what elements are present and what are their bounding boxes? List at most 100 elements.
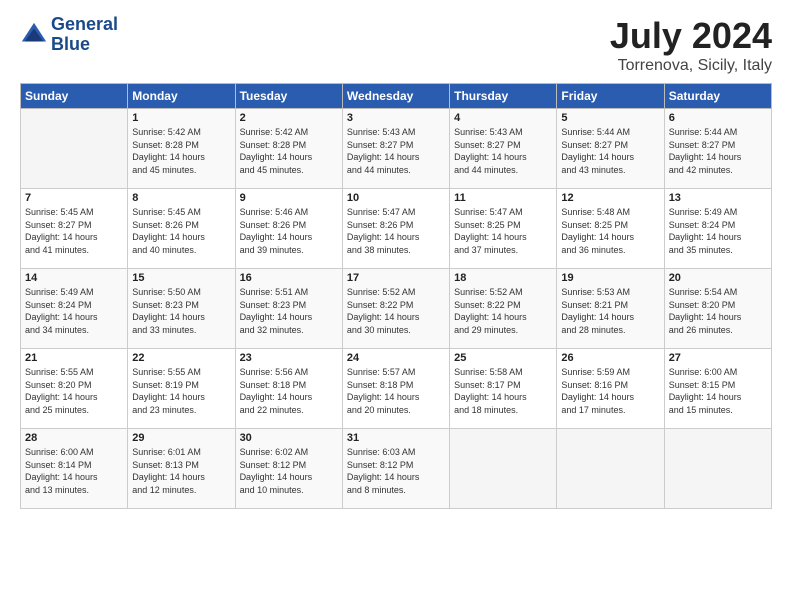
day-info: Sunrise: 5:47 AMSunset: 8:25 PMDaylight:…	[454, 206, 552, 256]
calendar-week-row: 7 Sunrise: 5:45 AMSunset: 8:27 PMDaylight…	[21, 189, 772, 269]
weekday-header: Monday	[128, 84, 235, 109]
logo-icon	[20, 21, 48, 49]
day-number: 17	[347, 272, 445, 284]
weekday-header: Thursday	[450, 84, 557, 109]
day-info: Sunrise: 6:00 AMSunset: 8:15 PMDaylight:…	[669, 366, 767, 416]
day-info: Sunrise: 5:59 AMSunset: 8:16 PMDaylight:…	[561, 366, 659, 416]
calendar-cell: 5Sunrise: 5:44 AMSunset: 8:27 PMDaylight…	[557, 109, 664, 189]
day-info: Sunrise: 5:55 AMSunset: 8:20 PMDaylight:…	[25, 366, 123, 416]
day-info: Sunrise: 5:53 AMSunset: 8:21 PMDaylight:…	[561, 286, 659, 336]
day-info: Sunrise: 5:50 AMSunset: 8:23 PMDaylight:…	[132, 286, 230, 336]
logo: General Blue	[20, 15, 118, 55]
calendar-cell: 30Sunrise: 6:02 AMSunset: 8:12 PMDayligh…	[235, 429, 342, 509]
day-number: 30	[240, 432, 338, 444]
weekday-header: Friday	[557, 84, 664, 109]
calendar-cell: 9Sunrise: 5:46 AMSunset: 8:26 PMDaylight…	[235, 189, 342, 269]
day-info: Sunrise: 5:47 AMSunset: 8:26 PMDaylight:…	[347, 206, 445, 256]
day-number: 15	[132, 272, 230, 284]
calendar-cell: 27 Sunrise: 6:00 AMSunset: 8:15 PMDayligh…	[664, 349, 771, 429]
day-number: 1	[132, 112, 230, 124]
calendar-cell	[450, 429, 557, 509]
logo-text: General Blue	[51, 15, 118, 55]
day-info: Sunrise: 5:44 AMSunset: 8:27 PMDaylight:…	[669, 126, 767, 176]
day-number: 11	[454, 192, 552, 204]
calendar-cell: 31 Sunrise: 6:03 AMSunset: 8:12 PMDayligh…	[342, 429, 449, 509]
day-number: 19	[561, 272, 659, 284]
calendar-cell: 2 Sunrise: 5:42 AMSunset: 8:28 PMDaylight…	[235, 109, 342, 189]
calendar-cell: 14Sunrise: 5:49 AMSunset: 8:24 PMDayligh…	[21, 269, 128, 349]
calendar-cell: 29Sunrise: 6:01 AMSunset: 8:13 PMDayligh…	[128, 429, 235, 509]
calendar-cell: 8Sunrise: 5:45 AMSunset: 8:26 PMDaylight…	[128, 189, 235, 269]
day-info: Sunrise: 5:48 AMSunset: 8:25 PMDaylight:…	[561, 206, 659, 256]
day-number: 9	[240, 192, 338, 204]
day-number: 24	[347, 352, 445, 364]
calendar-cell: 28 Sunrise: 6:00 AMSunset: 8:14 PMDayligh…	[21, 429, 128, 509]
calendar-cell: 13Sunrise: 5:49 AMSunset: 8:24 PMDayligh…	[664, 189, 771, 269]
day-info: Sunrise: 5:56 AMSunset: 8:18 PMDaylight:…	[240, 366, 338, 416]
calendar-cell: 12 Sunrise: 5:48 AMSunset: 8:25 PMDayligh…	[557, 189, 664, 269]
calendar-week-row: 14Sunrise: 5:49 AMSunset: 8:24 PMDayligh…	[21, 269, 772, 349]
day-number: 7	[25, 192, 123, 204]
day-number: 26	[561, 352, 659, 364]
day-info: Sunrise: 5:49 AMSunset: 8:24 PMDaylight:…	[25, 286, 123, 336]
day-info: Sunrise: 5:45 AMSunset: 8:27 PMDaylight:…	[25, 206, 123, 256]
day-number: 22	[132, 352, 230, 364]
title-area: July 2024 Torrenova, Sicily, Italy	[610, 15, 772, 75]
day-number: 16	[240, 272, 338, 284]
calendar-cell: 1 Sunrise: 5:42 AMSunset: 8:28 PMDaylight…	[128, 109, 235, 189]
calendar-week-row: 28 Sunrise: 6:00 AMSunset: 8:14 PMDayligh…	[21, 429, 772, 509]
day-info: Sunrise: 5:42 AMSunset: 8:28 PMDaylight:…	[132, 126, 230, 176]
day-number: 2	[240, 112, 338, 124]
day-info: Sunrise: 5:54 AMSunset: 8:20 PMDaylight:…	[669, 286, 767, 336]
day-info: Sunrise: 5:43 AMSunset: 8:27 PMDaylight:…	[454, 126, 552, 176]
location-title: Torrenova, Sicily, Italy	[610, 57, 772, 75]
logo-line2: Blue	[51, 35, 118, 55]
calendar-cell: 21 Sunrise: 5:55 AMSunset: 8:20 PMDayligh…	[21, 349, 128, 429]
day-info: Sunrise: 5:49 AMSunset: 8:24 PMDaylight:…	[669, 206, 767, 256]
day-number: 31	[347, 432, 445, 444]
day-number: 12	[561, 192, 659, 204]
header-area: General Blue July 2024 Torrenova, Sicily…	[20, 15, 772, 75]
day-info: Sunrise: 5:52 AMSunset: 8:22 PMDaylight:…	[454, 286, 552, 336]
calendar-cell: 7 Sunrise: 5:45 AMSunset: 8:27 PMDaylight…	[21, 189, 128, 269]
header-row: SundayMondayTuesdayWednesdayThursdayFrid…	[21, 84, 772, 109]
calendar-cell: 25 Sunrise: 5:58 AMSunset: 8:17 PMDayligh…	[450, 349, 557, 429]
day-info: Sunrise: 5:58 AMSunset: 8:17 PMDaylight:…	[454, 366, 552, 416]
calendar-cell: 20Sunrise: 5:54 AMSunset: 8:20 PMDayligh…	[664, 269, 771, 349]
day-info: Sunrise: 5:57 AMSunset: 8:18 PMDaylight:…	[347, 366, 445, 416]
day-number: 23	[240, 352, 338, 364]
calendar-cell: 16 Sunrise: 5:51 AMSunset: 8:23 PMDayligh…	[235, 269, 342, 349]
day-info: Sunrise: 5:45 AMSunset: 8:26 PMDaylight:…	[132, 206, 230, 256]
weekday-header: Tuesday	[235, 84, 342, 109]
day-info: Sunrise: 6:03 AMSunset: 8:12 PMDaylight:…	[347, 446, 445, 496]
day-info: Sunrise: 6:01 AMSunset: 8:13 PMDaylight:…	[132, 446, 230, 496]
day-number: 25	[454, 352, 552, 364]
day-info: Sunrise: 5:55 AMSunset: 8:19 PMDaylight:…	[132, 366, 230, 416]
day-info: Sunrise: 5:44 AMSunset: 8:27 PMDaylight:…	[561, 126, 659, 176]
calendar-cell: 3Sunrise: 5:43 AMSunset: 8:27 PMDaylight…	[342, 109, 449, 189]
calendar-cell: 15 Sunrise: 5:50 AMSunset: 8:23 PMDayligh…	[128, 269, 235, 349]
calendar-cell: 18Sunrise: 5:52 AMSunset: 8:22 PMDayligh…	[450, 269, 557, 349]
day-number: 6	[669, 112, 767, 124]
calendar-cell: 10Sunrise: 5:47 AMSunset: 8:26 PMDayligh…	[342, 189, 449, 269]
calendar-cell: 4 Sunrise: 5:43 AMSunset: 8:27 PMDaylight…	[450, 109, 557, 189]
weekday-header: Wednesday	[342, 84, 449, 109]
calendar-cell: 24 Sunrise: 5:57 AMSunset: 8:18 PMDayligh…	[342, 349, 449, 429]
calendar-cell: 23 Sunrise: 5:56 AMSunset: 8:18 PMDayligh…	[235, 349, 342, 429]
logo-line1: General	[51, 15, 118, 35]
day-number: 21	[25, 352, 123, 364]
calendar-cell	[664, 429, 771, 509]
calendar-week-row: 21 Sunrise: 5:55 AMSunset: 8:20 PMDayligh…	[21, 349, 772, 429]
day-info: Sunrise: 5:51 AMSunset: 8:23 PMDaylight:…	[240, 286, 338, 336]
day-info: Sunrise: 5:42 AMSunset: 8:28 PMDaylight:…	[240, 126, 338, 176]
day-info: Sunrise: 5:43 AMSunset: 8:27 PMDaylight:…	[347, 126, 445, 176]
calendar-table: SundayMondayTuesdayWednesdayThursdayFrid…	[20, 83, 772, 509]
day-number: 27	[669, 352, 767, 364]
day-number: 28	[25, 432, 123, 444]
day-info: Sunrise: 6:00 AMSunset: 8:14 PMDaylight:…	[25, 446, 123, 496]
day-number: 4	[454, 112, 552, 124]
weekday-header: Saturday	[664, 84, 771, 109]
month-title: July 2024	[610, 15, 772, 57]
calendar-cell: 17Sunrise: 5:52 AMSunset: 8:22 PMDayligh…	[342, 269, 449, 349]
calendar-cell: 19 Sunrise: 5:53 AMSunset: 8:21 PMDayligh…	[557, 269, 664, 349]
